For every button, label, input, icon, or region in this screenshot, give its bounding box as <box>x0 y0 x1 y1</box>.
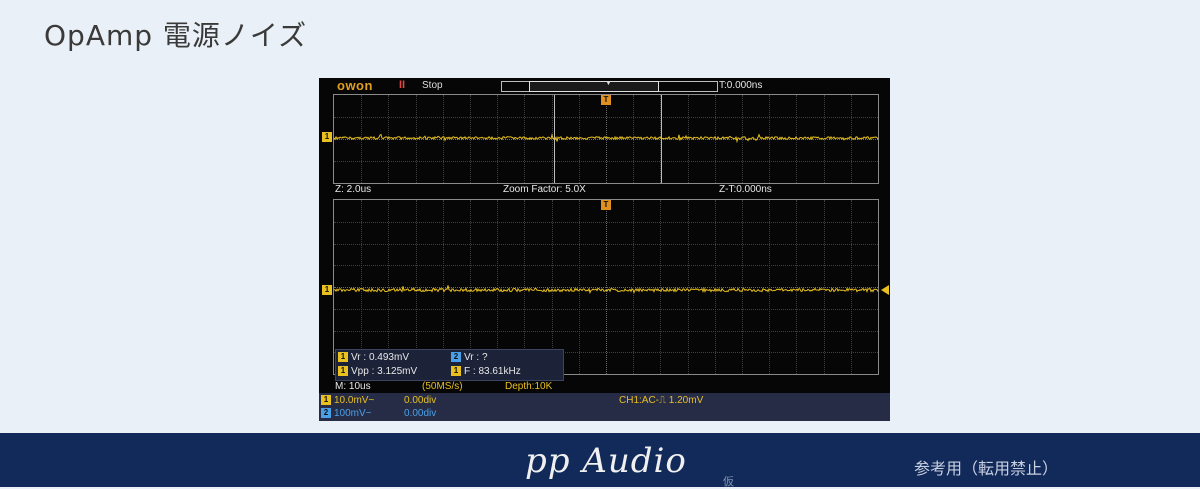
measurement-ch1-freq: 1F : 83.61kHz <box>451 365 521 379</box>
memory-position-bar: ▼ <box>501 80 718 92</box>
ch1-trace-line <box>333 285 879 295</box>
trigger-time-offset: T:0.000ns <box>719 80 763 91</box>
timebase-info-bar: M: 10us (50MS/s) Depth:10K <box>319 381 890 393</box>
zoom-info-bar: Z: 2.0us Zoom Factor: 5.0X Z-T:0.000ns <box>319 183 890 197</box>
scope-brand-logo: owon <box>337 78 373 93</box>
ch2-offset: 0.00div <box>404 408 437 419</box>
measurement-ch1-vr: 1 Vr : 0.493mV <box>338 351 409 365</box>
zoom-factor: Zoom Factor: 5.0X <box>503 184 586 195</box>
ch1-waveform-zoom <box>333 285 879 295</box>
ch1-scale: 10.0mV~ <box>334 395 375 406</box>
measurement-ch2-vr: 2 Vr : ? <box>451 351 488 365</box>
ch1-tag: 1 <box>321 395 331 406</box>
zoom-time-base: Z: 2.0us <box>335 184 372 195</box>
main-time-base: M: 10us <box>335 381 371 392</box>
footer-usage-note: 参考用（転用禁止） <box>914 459 1059 478</box>
ch2-tag: 2 <box>321 408 331 419</box>
trigger-settings: CH1:AC-⎍ 1.20mV <box>619 395 704 406</box>
ch1-position-marker-zoom: 1 <box>322 285 332 295</box>
ch1-tag: 1 <box>338 352 348 363</box>
acquisition-status: Stop <box>422 80 443 91</box>
footer-banner: pp Audio 仮 参考用（転用禁止） <box>0 433 1200 488</box>
sample-rate: (50MS/s) <box>422 381 463 392</box>
trigger-marker-main: T <box>601 95 611 105</box>
ch1-position-marker-main: 1 <box>322 132 332 142</box>
measurement-panel: 1 Vr : 0.493mV 2 Vr : ? 1 Vpp : 3.125mV 1F … <box>335 349 564 381</box>
main-waveform-grid <box>333 94 879 184</box>
channel-1-settings: 1 10.0mV~ 0.00div <box>321 394 436 407</box>
trigger-position-icon: ▼ <box>605 80 612 87</box>
memory-view-window <box>529 81 659 92</box>
measurement-value: Vr : 0.493mV <box>351 352 409 363</box>
ch1-tag: 1 <box>338 366 348 377</box>
run-stop-icon: II <box>399 79 406 91</box>
ch1-tag: 1 <box>451 366 461 377</box>
measurement-value: Vr : ? <box>464 352 488 363</box>
oscilloscope-screenshot: owon II Stop ▼ T:0.000ns 1 T Z: 2.0us Zo… <box>319 78 890 421</box>
trigger-marker-zoom: T <box>601 200 611 210</box>
channel-settings-panel: 1 10.0mV~ 0.00div 2 100mV~ 0.00div CH1:AC-⎍ … <box>319 393 890 421</box>
measurement-value: Vpp : 3.125mV <box>351 366 418 377</box>
measurement-value: F : 83.61kHz <box>464 366 521 377</box>
footer-brand-logo: pp Audio <box>525 441 687 481</box>
measurement-ch1-vpp: 1 Vpp : 3.125mV <box>338 365 417 379</box>
record-depth: Depth:10K <box>505 381 553 392</box>
scope-top-bar: owon II Stop ▼ T:0.000ns <box>319 78 890 94</box>
page-title: OpAmp 電源ノイズ <box>44 19 308 52</box>
zoom-trigger-time: Z-T:0.000ns <box>719 184 772 195</box>
ch1-trace-line <box>333 132 879 144</box>
trigger-level-arrow-icon <box>881 285 889 295</box>
ch1-offset: 0.00div <box>404 395 437 406</box>
ch2-scale: 100mV~ <box>334 408 372 419</box>
ch1-waveform-main <box>333 132 879 144</box>
ch2-tag: 2 <box>451 352 461 363</box>
channel-2-settings: 2 100mV~ 0.00div <box>321 407 436 420</box>
